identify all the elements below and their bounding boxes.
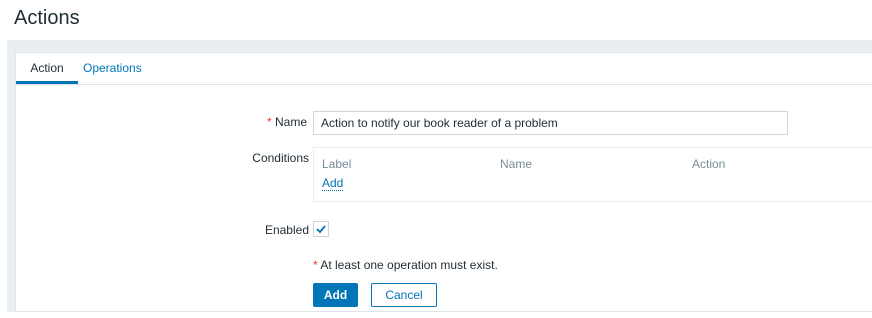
tab-bar: Action Operations	[16, 53, 872, 85]
conditions-column-name: Name	[500, 157, 533, 171]
warning-required-marker: *	[313, 258, 318, 272]
content-background: Action Operations * Name Conditions Labe…	[7, 40, 872, 312]
tab-action[interactable]: Action	[16, 53, 78, 84]
add-button[interactable]: Add	[313, 283, 358, 307]
required-marker: *	[266, 115, 272, 129]
conditions-table: Label Name Action Add	[313, 147, 872, 202]
conditions-column-action: Action	[692, 157, 726, 171]
page-title: Actions	[14, 7, 80, 29]
cancel-button[interactable]: Cancel	[371, 283, 437, 307]
name-label-text: Name	[274, 115, 307, 129]
name-input[interactable]	[313, 111, 788, 135]
action-form-panel: Action Operations * Name Conditions Labe…	[15, 52, 872, 312]
checkmark-icon	[316, 225, 326, 234]
operation-warning: * At least one operation must exist.	[313, 258, 498, 272]
name-label: * Name	[267, 115, 307, 129]
add-condition-link[interactable]: Add	[322, 176, 344, 191]
warning-text: At least one operation must exist.	[320, 258, 498, 272]
enabled-checkbox[interactable]	[313, 221, 329, 237]
enabled-label: Enabled	[264, 223, 309, 237]
conditions-column-label: Label	[322, 157, 352, 171]
tab-operations[interactable]: Operations	[83, 53, 142, 84]
conditions-label: Conditions	[252, 151, 309, 165]
